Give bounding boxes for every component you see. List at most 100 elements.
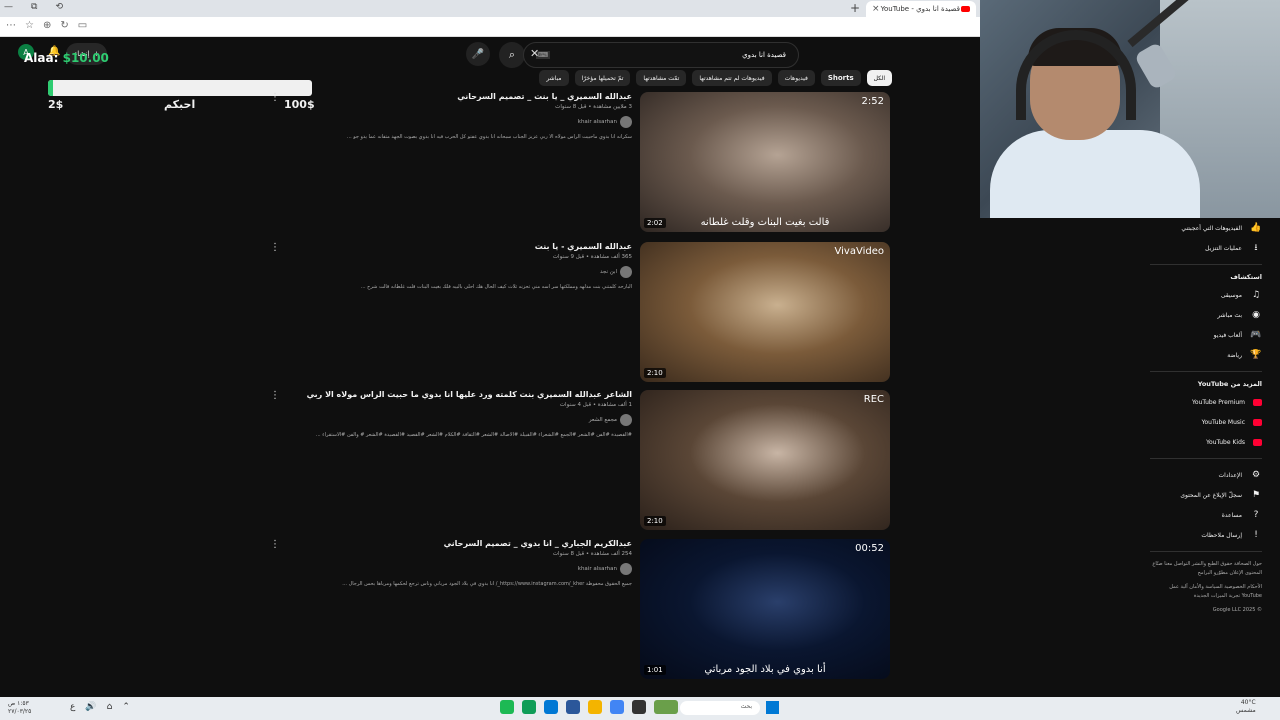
channel-avatar[interactable] <box>620 563 632 575</box>
sidebar-item[interactable]: YouTube Kids <box>1150 432 1262 452</box>
channel-row[interactable]: مجمع الشعر <box>302 414 632 426</box>
filter-chip[interactable]: Shorts <box>820 70 861 86</box>
sidebar-item[interactable]: 👍 الفيديوهات التي أعجبتني <box>1150 218 1262 238</box>
video-title[interactable]: عبدالله السميري - يا بنت <box>302 242 632 251</box>
goal-name: احبكم <box>164 98 196 111</box>
thumbs-up-icon: 👍 <box>1250 223 1262 233</box>
sidebar-item[interactable]: ? مساعدة <box>1150 505 1262 525</box>
video-result[interactable]: قالت بغيت البنات وقلت غلطانه 2:02 2:52 عبدا… <box>270 92 890 234</box>
thumbnail-corner-label: REC <box>863 394 884 405</box>
taskbar-search[interactable]: بحث <box>680 701 760 715</box>
more-actions-icon[interactable]: ⋮ <box>270 539 280 550</box>
spotify-icon[interactable] <box>500 700 514 714</box>
channel-name[interactable]: ابن نجد <box>600 269 617 275</box>
extensions-icon[interactable]: ⊕ <box>43 20 51 31</box>
trophy-icon: 🏆 <box>1250 350 1262 360</box>
channel-name[interactable]: khair alsarhan <box>578 119 617 125</box>
sidebar-item[interactable]: ♫ موسيقى <box>1150 285 1262 305</box>
sidebar-item[interactable]: ◉ بث مباشر <box>1150 305 1262 325</box>
video-info: عبدالله السميري _ يا بنت _ تصميم السرحان… <box>302 92 632 140</box>
tray-icons: ع 🔊 ⌂ ⌃ <box>70 702 130 712</box>
calculator-icon[interactable] <box>566 700 580 714</box>
sidebar-item[interactable]: ⚑ سجلّ الإبلاغ عن المحتوى <box>1150 485 1262 505</box>
search-icon[interactable]: ⌕ <box>499 42 525 68</box>
reload-icon[interactable]: ↻ <box>60 20 68 31</box>
clear-search-icon[interactable]: ✕ <box>530 47 539 60</box>
video-result[interactable]: أنا بدوي في بلاد الجود مرباتي 1:01 00:52 عب… <box>270 539 890 681</box>
youtube-page: A 🔔 إنشاء + Alaa: $10.00 2$ احبكم 100$ 🎤… <box>0 38 980 693</box>
video-result[interactable]: 2:10 VivaVideo عبدالله السميري - يا بنت 365… <box>270 242 890 384</box>
obs-icon[interactable] <box>632 700 646 714</box>
channel-name[interactable]: مجمع الشعر <box>589 417 617 423</box>
toolbar-icons: ⋯ ☆ ⊕ ↻ ▭ <box>6 20 87 31</box>
language-icon[interactable]: ع <box>70 702 75 712</box>
filter-chip[interactable]: الكل <box>866 70 892 86</box>
footer-links-1[interactable]: حول الصحافة حقوق الطبع والنشر التواصل مع… <box>1150 560 1262 577</box>
channel-row[interactable]: khair alsarhan <box>302 116 632 128</box>
more-actions-icon[interactable]: ⋮ <box>270 242 280 253</box>
search-input[interactable]: ⌨ قصيدة انا بدوي <box>523 42 799 68</box>
sidebar-item[interactable]: ⚙ الإعدادات <box>1150 465 1262 485</box>
sidebar-item-label: إرسال ملاحظات <box>1201 531 1242 539</box>
filter-chip[interactable]: مباشر <box>539 70 569 86</box>
sidebar-item[interactable]: YouTube Music <box>1150 412 1262 432</box>
video-title[interactable]: عبدالله السميري _ يا بنت _ تصميم السرحان… <box>302 92 632 101</box>
tray-chevron-icon[interactable]: ⌃ <box>122 702 130 712</box>
channel-row[interactable]: khair alsarhan <box>302 563 632 575</box>
outlook-icon[interactable] <box>544 700 558 714</box>
video-info: عبدالله السميري - يا بنت 365 ألف مشاهدة •… <box>302 242 632 290</box>
filter-chip[interactable]: فيديوهات <box>777 70 815 86</box>
tab-actions-icon[interactable]: ▭ <box>78 20 87 31</box>
video-result[interactable]: 2:10 REC الشاعر عبدالله السميري بنت كلمته … <box>270 390 890 532</box>
voice-search-icon[interactable]: 🎤 <box>466 42 490 66</box>
sidebar-item-label: عمليات التنزيل <box>1205 244 1242 252</box>
file-explorer-icon[interactable] <box>588 700 602 714</box>
filter-chip[interactable]: تمّت مشاهدتها <box>636 70 687 86</box>
video-thumbnail[interactable]: 2:10 VivaVideo <box>640 242 890 382</box>
sidebar-item-label: الفيديوهات التي أعجبتني <box>1181 224 1242 232</box>
sidebar-item-label: ألعاب فيديو <box>1213 331 1242 339</box>
sidebar-item[interactable]: YouTube Premium <box>1150 392 1262 412</box>
network-icon[interactable]: ⌂ <box>107 702 113 712</box>
windows-start-icon[interactable] <box>766 701 779 714</box>
sidebar-item[interactable]: ! إرسال ملاحظات <box>1150 525 1262 545</box>
channel-avatar[interactable] <box>620 414 632 426</box>
browser-tab[interactable]: قصيدة انا بدوي - YouTube × <box>866 1 976 17</box>
more-actions-icon[interactable]: ⋮ <box>270 92 280 103</box>
tab-close-icon[interactable]: × <box>872 4 880 14</box>
video-thumbnail[interactable]: قالت بغيت البنات وقلت غلطانه 2:02 2:52 <box>640 92 890 232</box>
new-tab-button[interactable]: + <box>850 1 860 15</box>
sidebar-item[interactable]: ⭳ عمليات التنزيل <box>1150 238 1262 258</box>
menu-icon[interactable]: ⋯ <box>6 20 16 31</box>
restore-button[interactable]: ⧉ <box>31 2 37 12</box>
channel-avatar[interactable] <box>620 266 632 278</box>
video-thumbnail[interactable]: أنا بدوي في بلاد الجود مرباتي 1:01 00:52 <box>640 539 890 679</box>
footer-links-2[interactable]: الأحكام الخصوصية السياسة والأمان آلية عم… <box>1150 583 1262 600</box>
music-icon: ♫ <box>1251 290 1261 300</box>
weather-widget[interactable]: 40°C مشمس <box>1236 699 1256 715</box>
chrome-icon[interactable] <box>610 700 624 714</box>
channel-name[interactable]: khair alsarhan <box>578 566 617 572</box>
clock[interactable]: ١:٥٣ ص ٢٧/٠٣/٢٥ <box>8 700 31 716</box>
sidebar-item-label: YouTube Premium <box>1191 398 1245 406</box>
video-title[interactable]: عبدالكريم الجباري _ انا بدوي _ تصميم الس… <box>302 539 632 548</box>
youtube-product-icon <box>1253 398 1262 406</box>
filter-chip[interactable]: تمّ تحميلها مؤخرًا <box>574 70 631 86</box>
edge-icon[interactable] <box>522 700 536 714</box>
channel-avatar[interactable] <box>620 116 632 128</box>
thumbnail-image <box>640 92 890 232</box>
channel-row[interactable]: ابن نجد <box>302 266 632 278</box>
video-thumbnail[interactable]: 2:10 REC <box>640 390 890 530</box>
video-title[interactable]: الشاعر عبدالله السميري بنت كلمته ورد علي… <box>302 390 632 399</box>
thumbnail-image <box>640 539 890 679</box>
filter-chip[interactable]: فيديوهات لم تتم مشاهدتها <box>692 70 772 86</box>
volume-icon[interactable]: 🔊 <box>85 702 96 712</box>
back-history-icon[interactable]: ⟲ <box>55 2 63 12</box>
sidebar-item[interactable]: 🏆 رياضة <box>1150 345 1262 365</box>
sidebar-item[interactable]: 🎮 ألعاب فيديو <box>1150 325 1262 345</box>
divider <box>1150 371 1262 372</box>
minimize-button[interactable]: — <box>4 2 13 12</box>
more-actions-icon[interactable]: ⋮ <box>270 390 280 401</box>
favorite-icon[interactable]: ☆ <box>25 20 34 31</box>
widget-icon[interactable] <box>654 700 678 714</box>
